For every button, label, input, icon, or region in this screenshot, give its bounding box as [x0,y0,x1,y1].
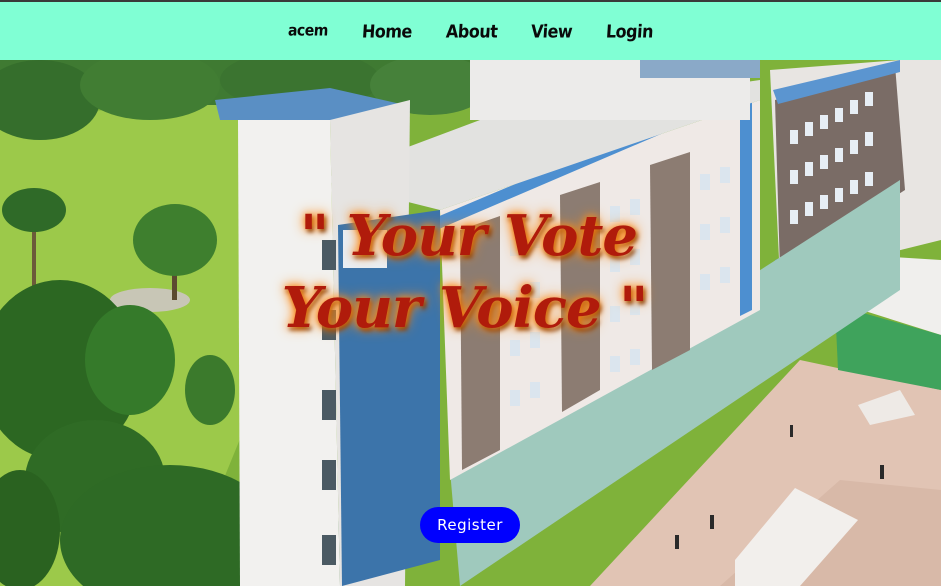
nav-brand-link[interactable]: acem [287,22,328,40]
nav-view-link[interactable]: View [530,20,573,41]
hero-tagline: " Your Vote Your Voice " [0,200,941,344]
top-navbar: acem Home About View Login [0,2,941,60]
nav-about-link[interactable]: About [445,20,498,41]
register-button[interactable]: Register [420,507,520,543]
tagline-line-1: " Your Vote [299,203,638,269]
nav-login-link[interactable]: Login [605,20,653,41]
nav-home-link[interactable]: Home [361,20,412,41]
tagline-line-2: Your Voice " [281,275,649,341]
hero-section: " Your Vote Your Voice " Register [0,60,941,586]
